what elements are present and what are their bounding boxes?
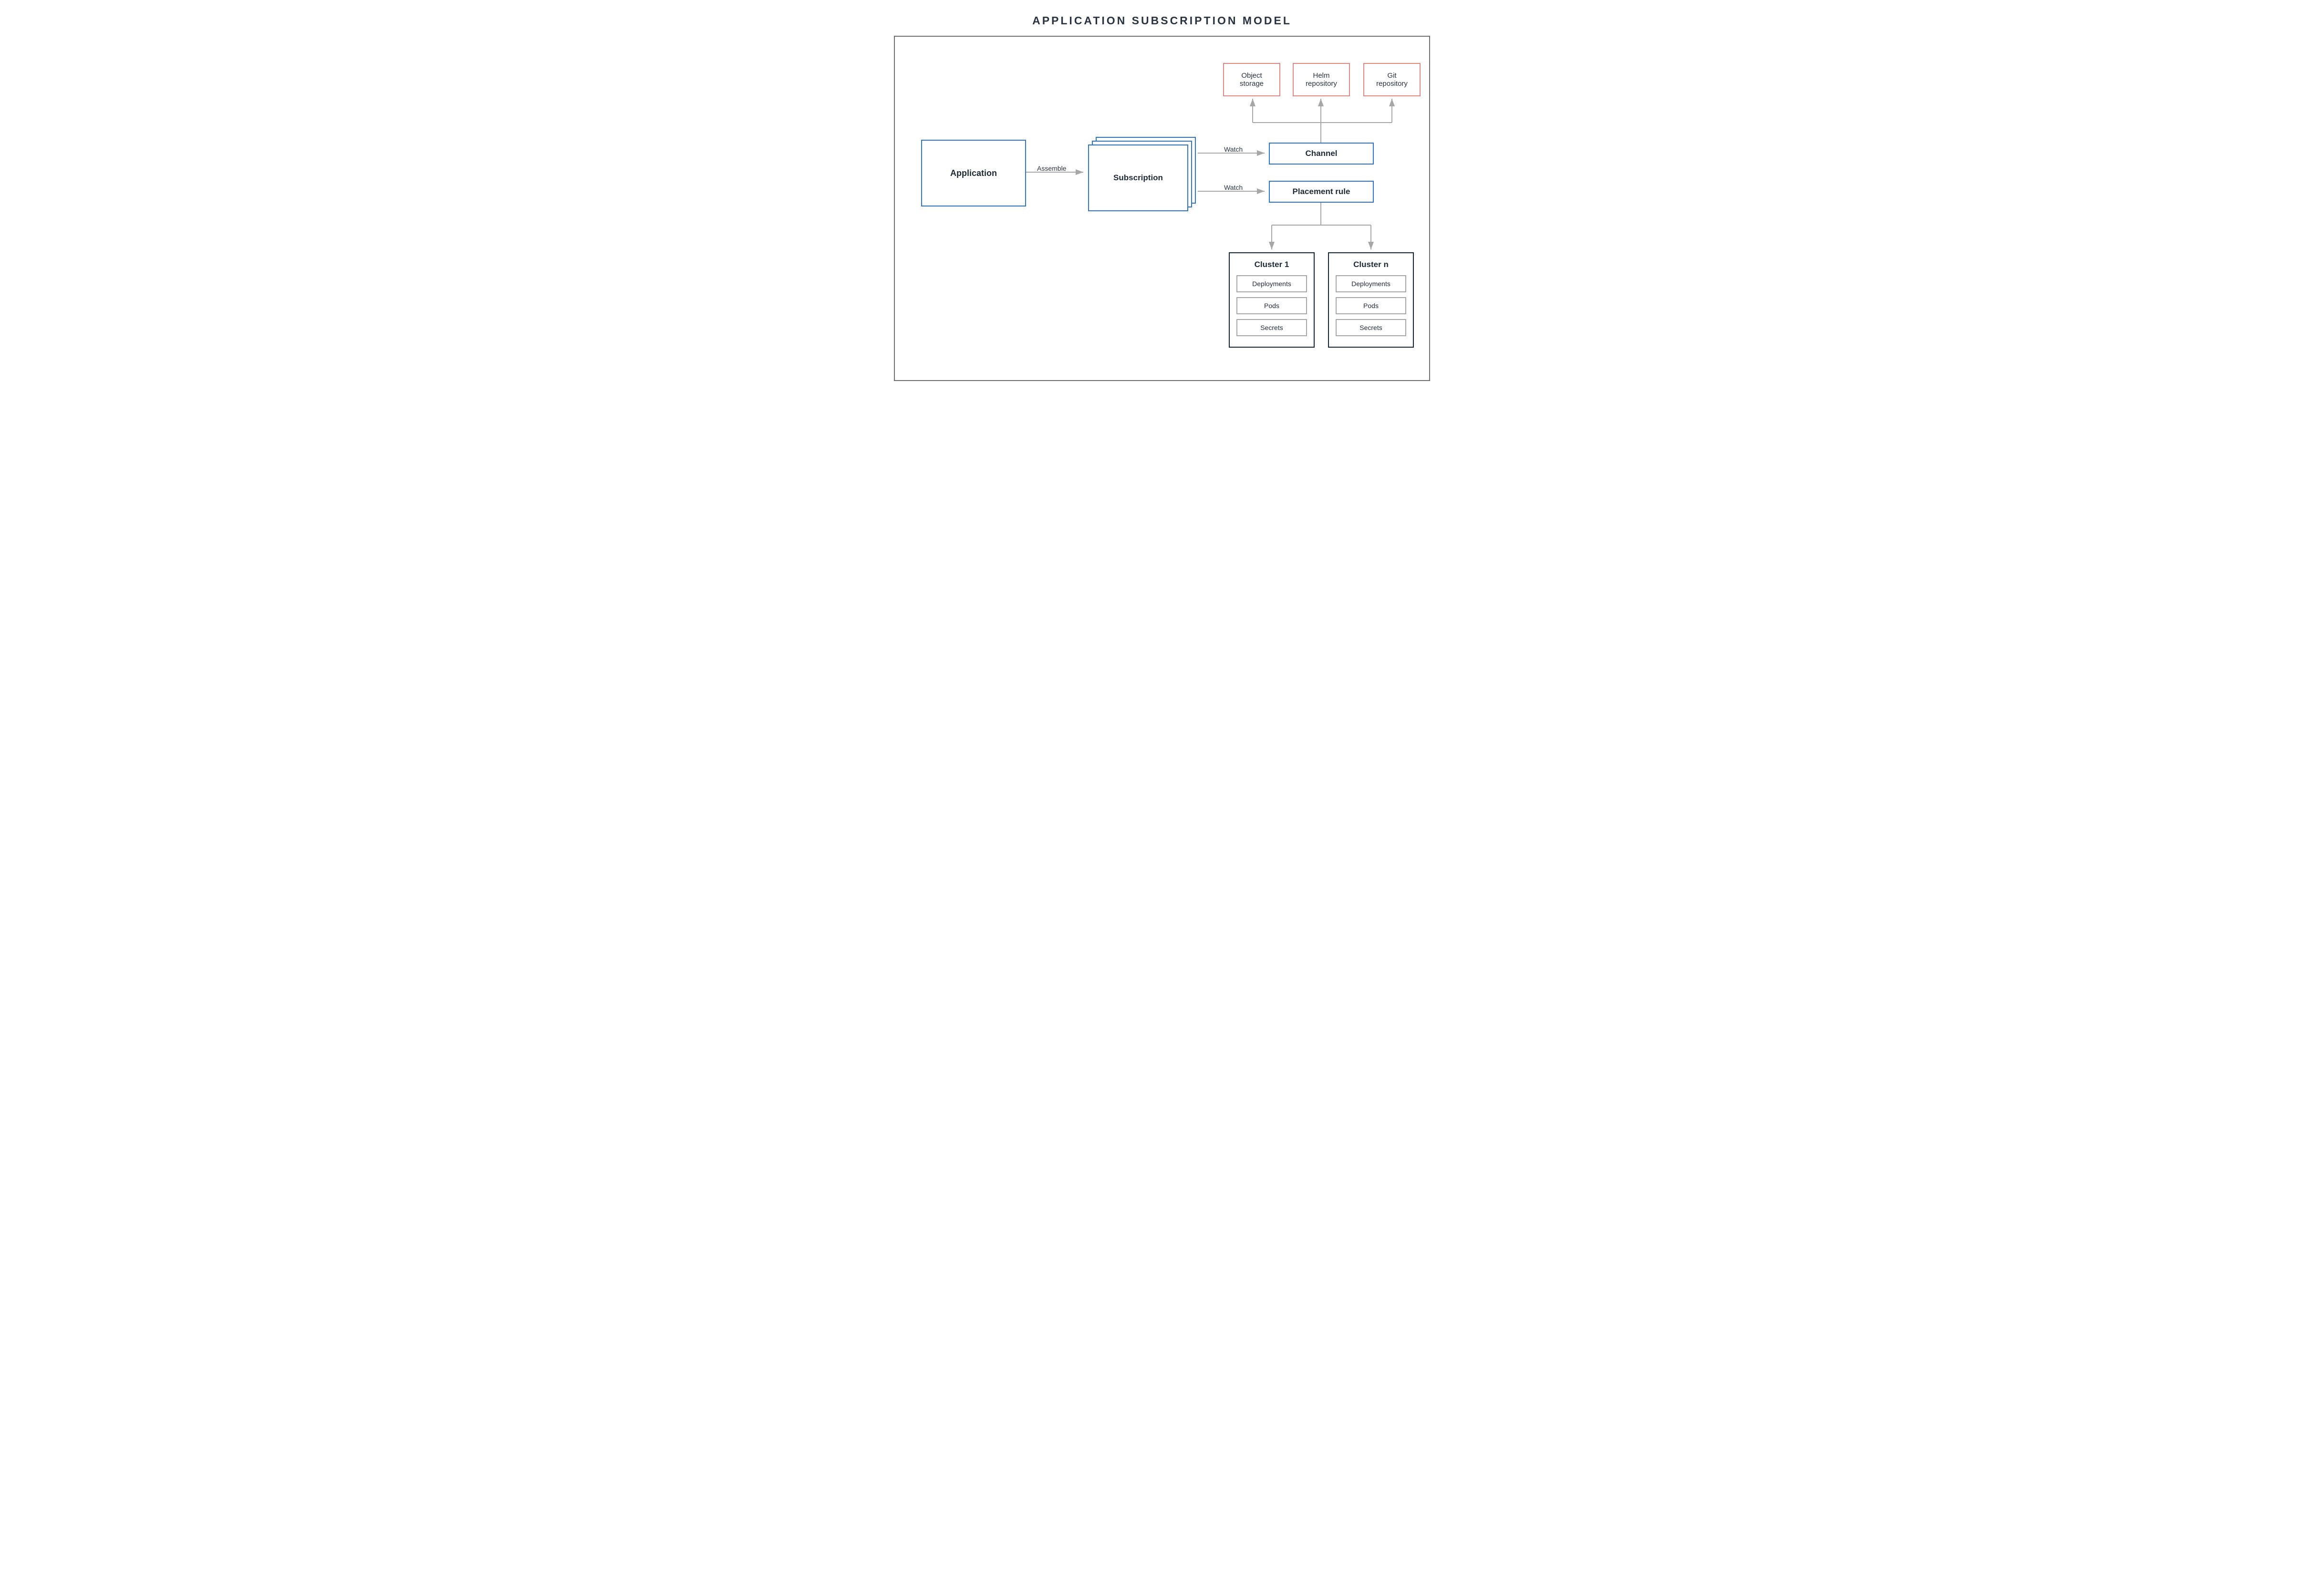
- channel-node: Channel: [1269, 143, 1374, 165]
- cluster-1-title: Cluster 1: [1236, 260, 1307, 269]
- cluster-1-item-secrets: Secrets: [1236, 319, 1307, 336]
- edge-watch-channel-label: Watch: [1224, 145, 1243, 153]
- cluster-n: Cluster n Deployments Pods Secrets: [1328, 252, 1414, 348]
- cluster-n-title: Cluster n: [1336, 260, 1406, 269]
- cluster-n-item-deployments: Deployments: [1336, 275, 1406, 292]
- repo-object-storage: Object storage: [1223, 63, 1280, 96]
- placement-rule-node: Placement rule: [1269, 181, 1374, 203]
- diagram-frame: Application Subscription Assemble Watch …: [894, 36, 1430, 381]
- cluster-1-item-deployments: Deployments: [1236, 275, 1307, 292]
- application-node: Application: [921, 140, 1026, 206]
- subscription-node: Subscription: [1088, 144, 1188, 211]
- cluster-n-item-pods: Pods: [1336, 297, 1406, 314]
- edge-assemble-label: Assemble: [1037, 165, 1066, 172]
- cluster-n-item-secrets: Secrets: [1336, 319, 1406, 336]
- diagram-title: APPLICATION SUBSCRIPTION MODEL: [872, 14, 1452, 27]
- cluster-1-item-pods: Pods: [1236, 297, 1307, 314]
- edge-watch-placement-label: Watch: [1224, 184, 1243, 191]
- repo-helm: Helm repository: [1293, 63, 1350, 96]
- cluster-1: Cluster 1 Deployments Pods Secrets: [1229, 252, 1315, 348]
- repo-git: Git repository: [1363, 63, 1421, 96]
